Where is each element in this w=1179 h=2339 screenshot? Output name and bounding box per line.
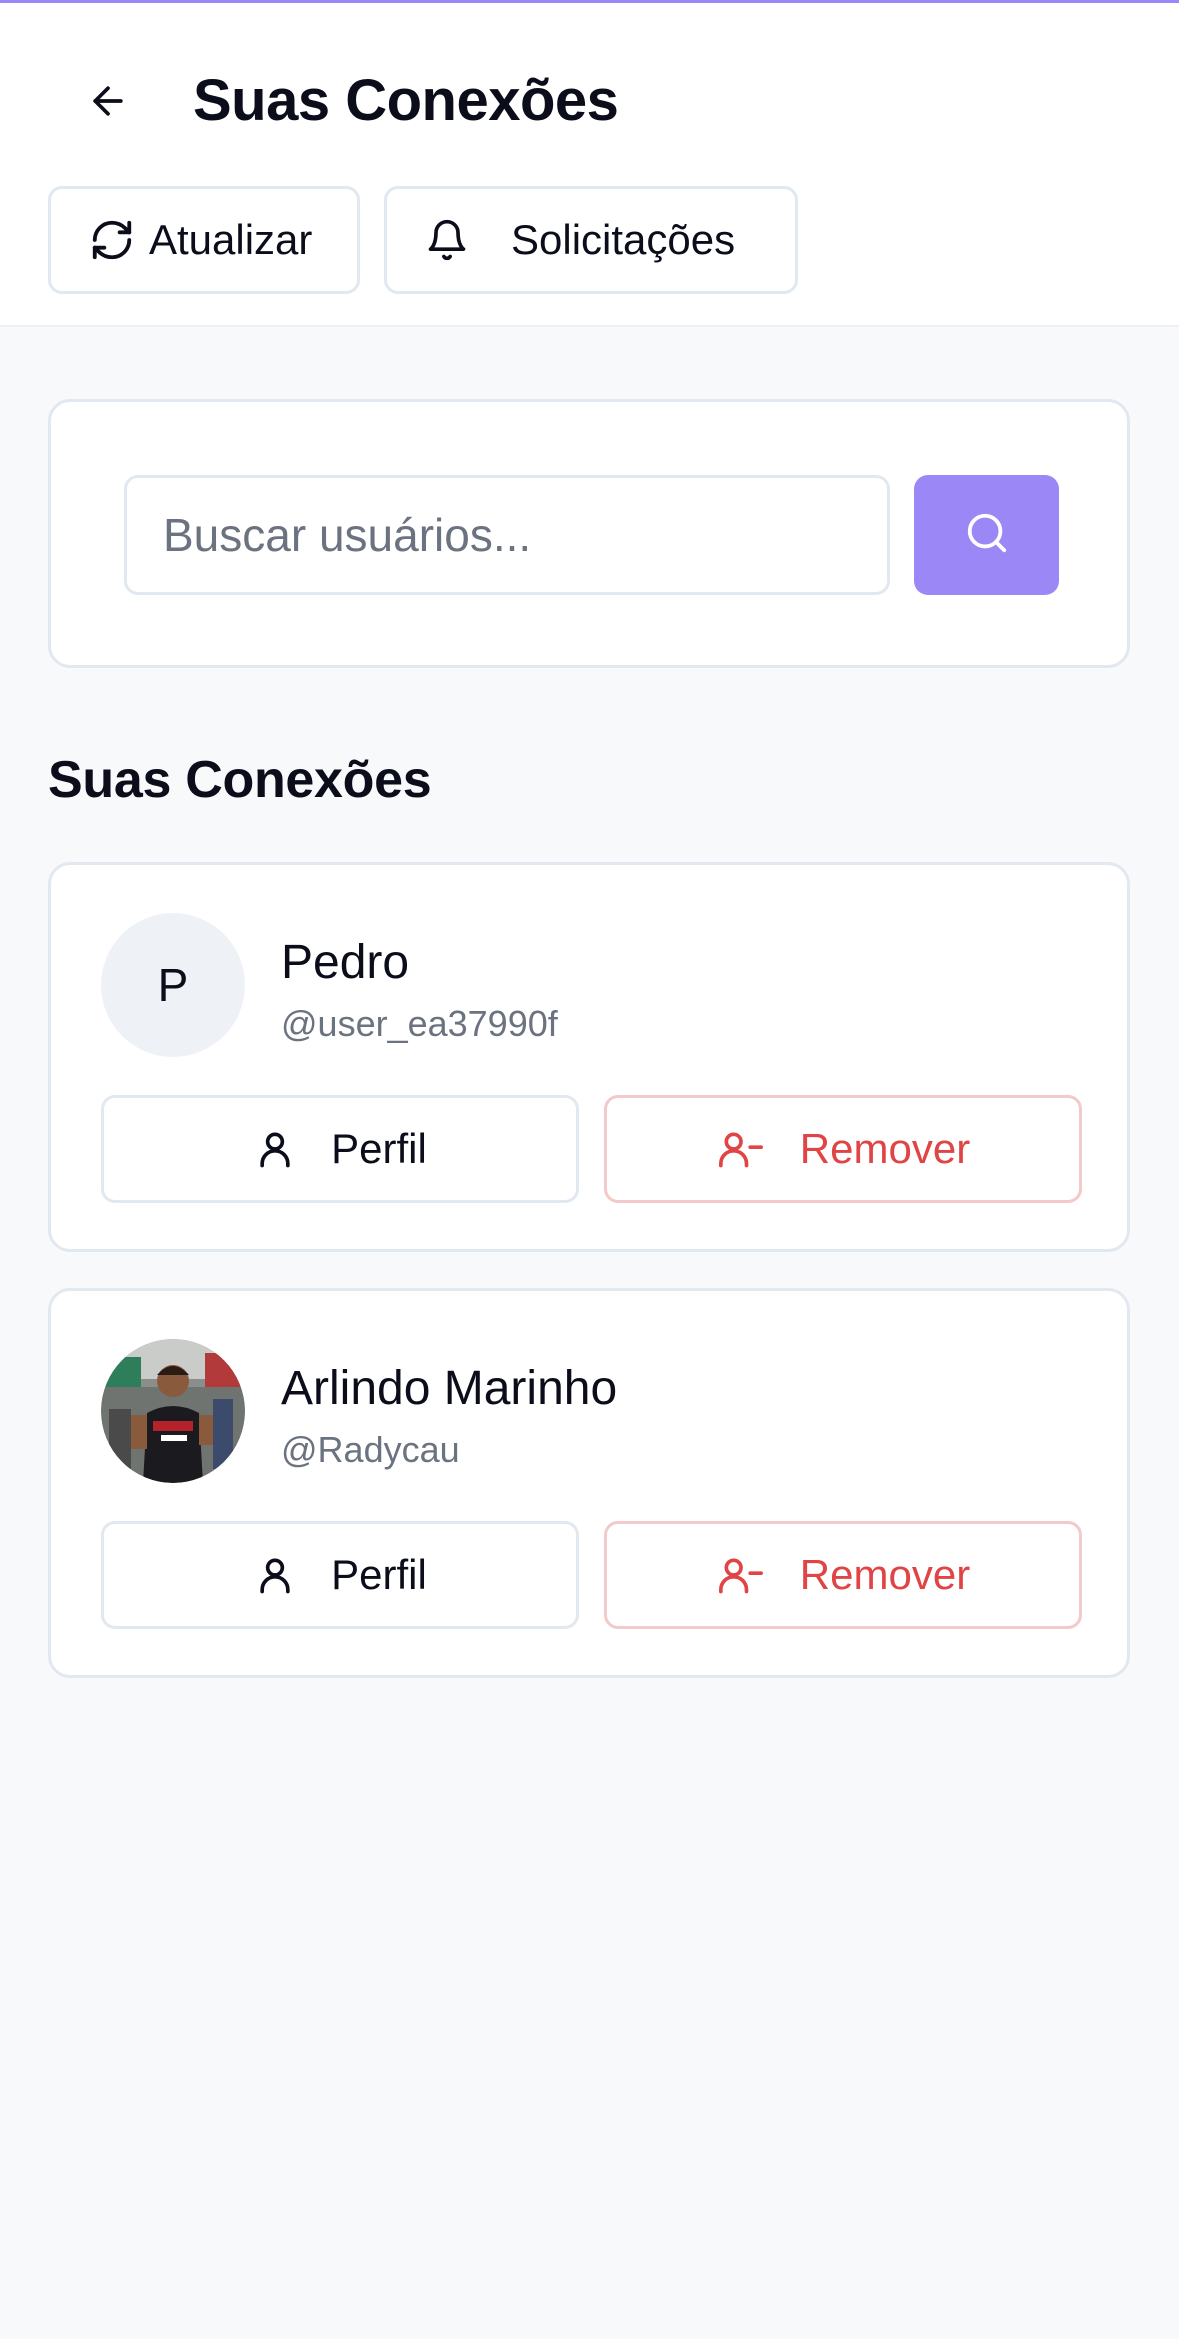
remove-label: Remover bbox=[799, 1551, 971, 1598]
avatar-photo-image bbox=[101, 1339, 245, 1483]
section-title: Suas Conexões bbox=[48, 751, 432, 809]
search-button[interactable] bbox=[914, 475, 1059, 595]
requests-button[interactable]: Solicitações bbox=[384, 186, 798, 294]
connections-page: Suas Conexões Atualizar Solicitações Bus… bbox=[0, 0, 1179, 2339]
connection-handle: @user_ea37990f bbox=[281, 1003, 558, 1044]
avatar-initial: P bbox=[157, 959, 189, 1011]
back-button[interactable] bbox=[80, 75, 136, 131]
remove-label: Remover bbox=[799, 1125, 971, 1172]
user-icon bbox=[253, 1127, 297, 1171]
user-minus-icon bbox=[716, 1553, 766, 1597]
refresh-button[interactable]: Atualizar bbox=[48, 186, 360, 294]
avatar: P bbox=[101, 913, 245, 1057]
connection-name: Arlindo Marinho bbox=[281, 1362, 618, 1415]
page-header: Suas Conexões Atualizar Solicitações bbox=[0, 0, 1179, 327]
connection-card: Arlindo Marinho @Radycau Perfil Remover bbox=[48, 1288, 1130, 1678]
page-title: Suas Conexões bbox=[193, 68, 619, 133]
avatar-photo bbox=[101, 1339, 245, 1483]
user-minus-icon bbox=[716, 1127, 766, 1171]
connection-handle: @Radycau bbox=[281, 1429, 460, 1470]
requests-label: Solicitações bbox=[511, 216, 736, 263]
user-icon bbox=[253, 1553, 297, 1597]
refresh-icon bbox=[89, 217, 135, 263]
profile-label: Perfil bbox=[331, 1125, 427, 1172]
search-icon bbox=[964, 510, 1010, 561]
refresh-label: Atualizar bbox=[149, 216, 313, 263]
connection-card: P Pedro @user_ea37990f Perfil Remover bbox=[48, 862, 1130, 1252]
profile-button[interactable]: Perfil bbox=[101, 1095, 579, 1203]
bell-icon bbox=[425, 218, 469, 262]
remove-button[interactable]: Remover bbox=[604, 1521, 1082, 1629]
profile-button[interactable]: Perfil bbox=[101, 1521, 579, 1629]
connection-name: Pedro bbox=[281, 936, 410, 989]
arrow-left-icon bbox=[86, 79, 130, 128]
search-card bbox=[48, 399, 1130, 668]
search-input[interactable] bbox=[124, 475, 890, 595]
remove-button[interactable]: Remover bbox=[604, 1095, 1082, 1203]
profile-label: Perfil bbox=[331, 1551, 427, 1598]
